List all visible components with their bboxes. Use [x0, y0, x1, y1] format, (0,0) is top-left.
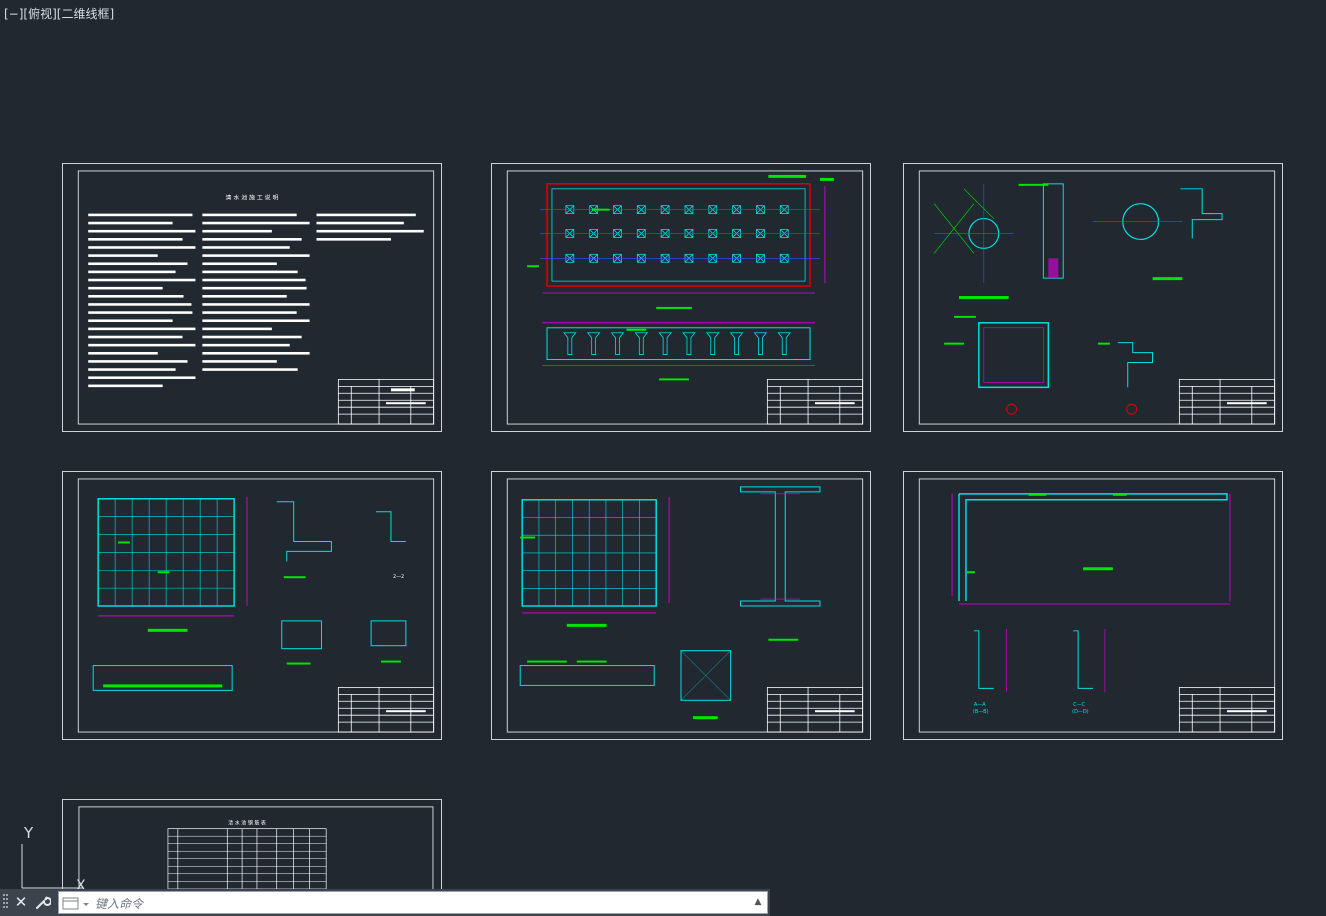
section-label-c-c: C—C — [1073, 702, 1085, 708]
note-text-line — [88, 343, 196, 347]
note-text-line — [88, 384, 163, 388]
note-text-line — [88, 213, 193, 217]
note-text-line — [88, 335, 183, 339]
rebar-schedule-graphics: 清 水 池 钢 筋 表 — [78, 806, 434, 889]
command-prompt-icon[interactable] — [62, 895, 92, 911]
command-input-container[interactable]: ▲ — [58, 891, 768, 914]
note-text-line — [202, 278, 306, 282]
note-text-line — [202, 311, 297, 314]
title-block — [337, 378, 435, 425]
note-text-line — [88, 351, 158, 355]
drawing-sheet-plan — [491, 163, 871, 432]
beam-section — [777, 332, 792, 355]
drawing-sheet-reinforcement-2 — [491, 471, 871, 740]
note-text-line — [202, 368, 298, 371]
drawing-sheet-details — [903, 163, 1283, 432]
note-text-line — [88, 311, 193, 314]
note-text-line — [202, 262, 277, 266]
note-text-line — [88, 270, 176, 274]
section-label-b-b: (B—B) — [973, 709, 989, 715]
note-text-line — [88, 229, 196, 233]
note-text-line — [202, 335, 302, 339]
ucs-y-label: Y — [23, 824, 34, 842]
section-label-2-2: 2—2 — [393, 574, 404, 580]
beam-section — [753, 332, 768, 355]
beam-section — [729, 332, 744, 355]
drawing-sheet-notes: 清 水 池 施 工 说 明 — [62, 163, 442, 432]
note-text-line — [88, 262, 188, 266]
note-text-line — [202, 319, 310, 323]
note-text-line — [88, 368, 176, 371]
note-text-line — [202, 246, 290, 249]
note-text-line — [88, 376, 196, 379]
beam-section — [563, 332, 577, 355]
command-line-bar: ✕ ▲ — [0, 889, 770, 916]
beam-section — [682, 332, 696, 355]
note-text-line — [316, 221, 404, 225]
note-text-line — [316, 229, 424, 233]
note-text-line — [202, 286, 307, 290]
plan-sheet-graphics — [506, 170, 864, 425]
note-text-line — [316, 213, 416, 217]
drawing-sheet-reinforcement-1: 2—2 — [62, 471, 442, 740]
drawing-sheet-wall-section: A—A (B—B) C—C (D—D) — [903, 471, 1283, 740]
note-text-line — [88, 254, 158, 257]
ucs-icon: Y X — [14, 822, 94, 894]
drawing-sheet-rebar-schedule: 清 水 池 钢 筋 表 — [62, 799, 442, 889]
note-text-line — [202, 351, 310, 355]
note-text-line — [202, 254, 310, 257]
grip-handle-icon[interactable] — [3, 893, 9, 911]
beam-section — [586, 332, 601, 355]
note-text-line — [202, 327, 272, 331]
note-text-line — [88, 360, 188, 363]
note-text-line — [202, 360, 277, 363]
note-text-line — [88, 278, 196, 282]
note-text-line — [202, 295, 287, 298]
command-history-up-icon[interactable]: ▲ — [752, 895, 764, 910]
sheet-title: 清 水 池 施 工 说 明 — [226, 194, 279, 202]
note-text-line — [202, 343, 290, 347]
note-text-line — [202, 213, 297, 217]
section-label-d-d: (D—D) — [1072, 709, 1089, 715]
note-text-line — [202, 221, 310, 225]
wrench-icon[interactable] — [33, 892, 53, 912]
note-text-line — [88, 303, 192, 306]
note-text-line — [202, 229, 272, 233]
note-text-line — [88, 327, 196, 331]
viewport-controls-label[interactable]: [−][俯视][二维线框] — [4, 5, 114, 22]
beam-section — [634, 332, 649, 355]
beam-section — [658, 332, 672, 355]
command-input[interactable] — [93, 893, 717, 914]
reinforcement-1-graphics: 2—2 — [77, 478, 435, 733]
section-label-a-a: A—A — [974, 702, 986, 708]
wall-section-graphics: A—A (B—B) C—C (D—D) — [918, 478, 1276, 733]
details-sheet-graphics — [918, 170, 1276, 425]
note-text-line — [202, 270, 298, 274]
note-text-line — [88, 295, 184, 298]
note-text-line — [202, 303, 310, 306]
note-text-line — [88, 319, 173, 323]
note-text-line — [88, 286, 163, 290]
note-text-line — [202, 238, 302, 241]
sheet-title: 清 水 池 钢 筋 表 — [228, 820, 266, 827]
note-text-line — [88, 238, 183, 241]
beam-section — [705, 332, 720, 355]
note-text-line — [88, 221, 173, 225]
reinforcement-2-graphics — [506, 478, 864, 733]
notes-sheet-graphics: 清 水 池 施 工 说 明 — [77, 170, 435, 425]
close-icon[interactable]: ✕ — [11, 892, 31, 912]
note-text-line — [88, 246, 196, 249]
beam-section — [610, 332, 625, 355]
note-text-line — [316, 238, 391, 241]
